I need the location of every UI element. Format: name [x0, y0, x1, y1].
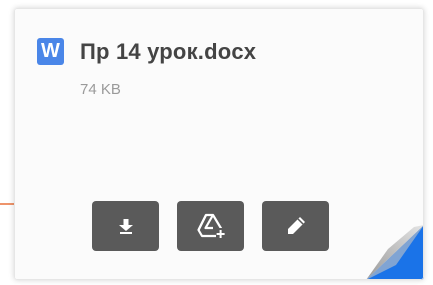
- save-to-drive-button[interactable]: [177, 201, 244, 251]
- download-icon: [118, 219, 133, 234]
- drive-add-icon: [196, 213, 225, 239]
- file-name: Пр 14 урок.docx: [80, 39, 257, 64]
- word-icon: W: [37, 38, 64, 65]
- edit-button[interactable]: [262, 201, 329, 251]
- download-button[interactable]: [92, 201, 159, 251]
- attachment-actions: [92, 201, 329, 251]
- file-size: 74 KB: [80, 81, 121, 98]
- attachment-card[interactable]: W Пр 14 урок.docx 74 KB: [14, 8, 424, 280]
- pencil-icon: [287, 217, 305, 234]
- stage: W Пр 14 урок.docx 74 KB: [0, 0, 433, 285]
- page-fold-corner: [366, 225, 424, 280]
